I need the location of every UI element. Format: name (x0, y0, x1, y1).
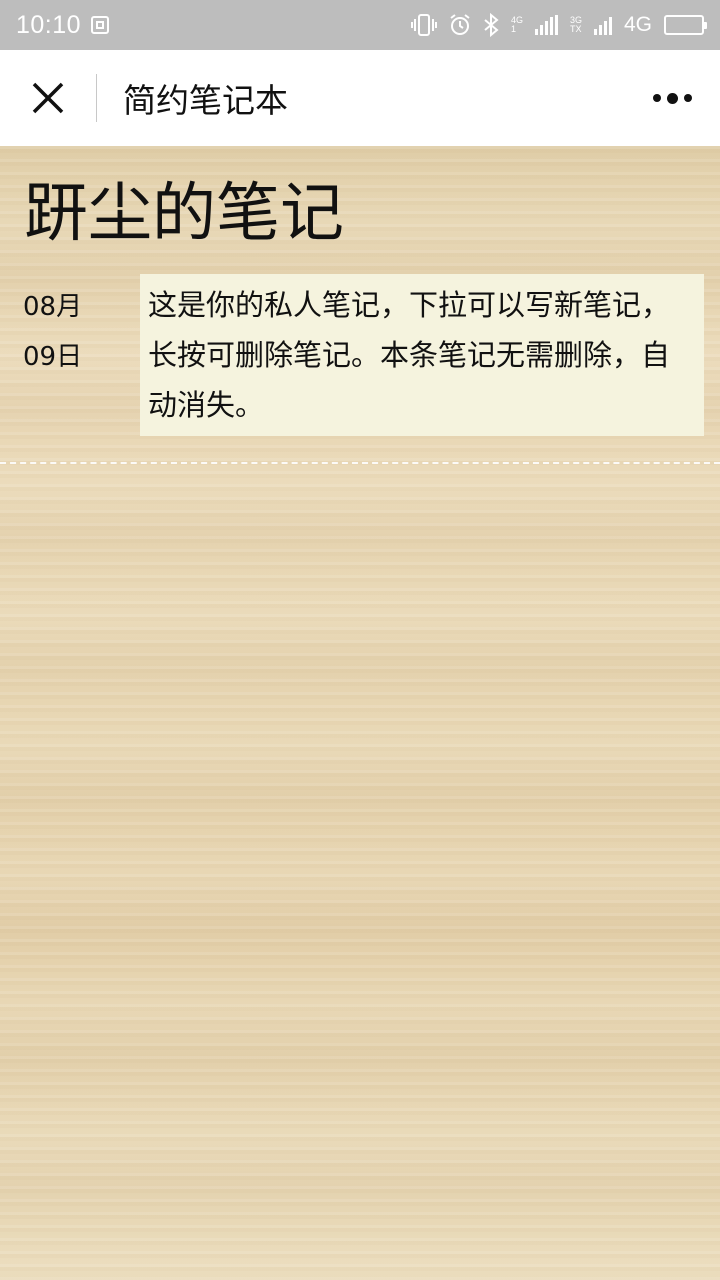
alarm-icon (449, 14, 471, 36)
screenshot-icon (91, 16, 110, 34)
more-icon (683, 94, 692, 102)
more-icon (666, 92, 678, 104)
status-icons: 4G 1 3G TX 4G (410, 13, 707, 37)
battery-icon (664, 15, 707, 35)
status-bar: 10:10 4G 1 3G TX 4G (0, 0, 720, 50)
status-time: 10:10 (16, 10, 82, 39)
note-item[interactable]: 08月 09日 这是你的私人笔记，下拉可以写新笔记，长按可删除笔记。本条笔记无需… (0, 272, 720, 462)
vibrate-icon (410, 14, 437, 36)
close-icon (32, 82, 64, 114)
notebook-title: 趼尘的笔记 (24, 177, 344, 251)
close-button[interactable] (0, 50, 96, 146)
note-day: 09日 (23, 342, 83, 372)
signal-icon (534, 15, 558, 35)
network-mini2-bottom: TX (569, 24, 582, 34)
notebook-area[interactable]: 趼尘的笔记 08月 09日 这是你的私人笔记，下拉可以写新笔记，长按可删除笔记。… (0, 146, 720, 1280)
note-month: 08月 (23, 292, 83, 322)
note-date: 08月 09日 (23, 282, 82, 382)
bluetooth-icon (483, 13, 499, 37)
note-divider (0, 462, 720, 464)
signal-icon (593, 15, 612, 35)
network-mini-bottom: 1 (510, 24, 516, 34)
network-mini-label: 4G 1 (511, 16, 523, 34)
note-card[interactable]: 这是你的私人笔记，下拉可以写新笔记，长按可删除笔记。本条笔记无需删除，自动消失。 (140, 274, 704, 436)
more-icon (652, 94, 661, 102)
network-mini-label-2: 3G TX (570, 16, 582, 34)
title-divider (96, 74, 97, 122)
title-bar: 简约笔记本 (0, 50, 720, 146)
more-button[interactable] (624, 50, 720, 146)
app-title: 简约笔记本 (123, 81, 288, 120)
network-type: 4G (623, 13, 652, 36)
